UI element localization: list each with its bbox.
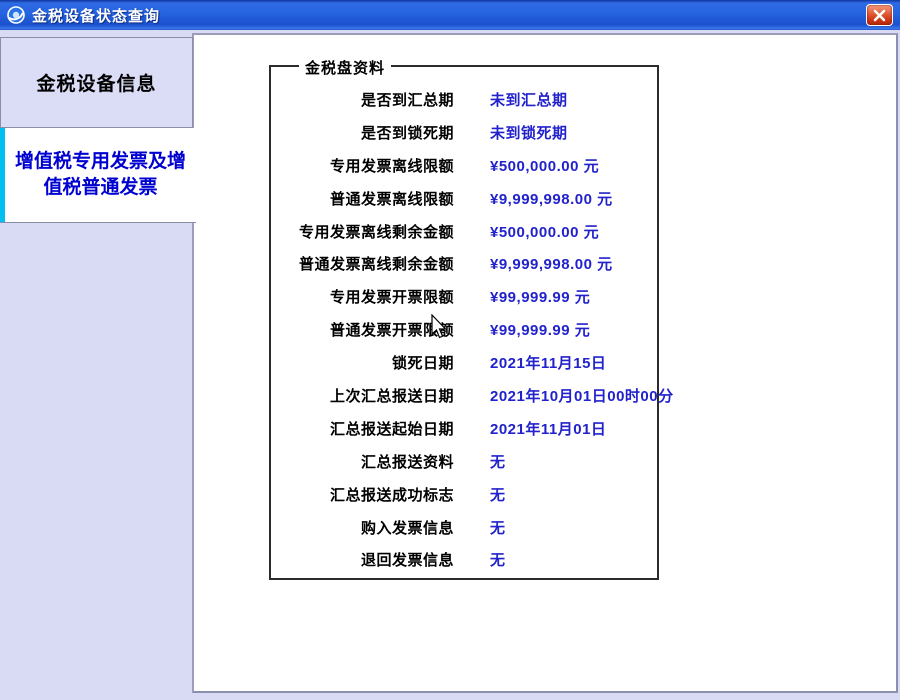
field-row: 汇总报送资料 无 bbox=[271, 445, 657, 478]
window-title: 金税设备状态查询 bbox=[32, 5, 160, 26]
content-panel: 金税盘资料 是否到汇总期 未到汇总期是否到锁死期 未到锁死期专用发票离线限额 ¥500… bbox=[192, 33, 898, 693]
active-tab-stripe bbox=[0, 128, 5, 222]
field-value: 无 bbox=[490, 549, 506, 570]
tab-device-info-label: 金税设备信息 bbox=[36, 69, 156, 96]
field-label: 普通发票离线限额 bbox=[271, 188, 454, 209]
field-rows: 是否到汇总期 未到汇总期是否到锁死期 未到锁死期专用发票离线限额 ¥500,000.0… bbox=[271, 83, 657, 576]
field-label: 专用发票开票限额 bbox=[271, 286, 454, 307]
field-label: 是否到汇总期 bbox=[271, 89, 454, 110]
field-value: 未到汇总期 bbox=[490, 89, 568, 110]
field-value: ¥9,999,998.00 元 bbox=[490, 253, 613, 274]
field-row: 是否到汇总期 未到汇总期 bbox=[271, 83, 657, 116]
field-row: 汇总报送成功标志 无 bbox=[271, 478, 657, 511]
field-label: 上次汇总报送日期 bbox=[271, 385, 454, 406]
field-value: ¥500,000.00 元 bbox=[490, 155, 599, 176]
field-row: 普通发票开票限额 ¥99,999.99 元 bbox=[271, 313, 657, 346]
taxdisk-info-groupbox: 金税盘资料 是否到汇总期未到汇总期是否到锁死期未到锁死期专用发票离线限额¥500… bbox=[269, 65, 659, 580]
field-label: 购入发票信息 bbox=[271, 517, 454, 538]
field-row: 普通发票离线限额 ¥9,999,998.00 元 bbox=[271, 182, 657, 215]
field-value: ¥9,999,998.00 元 bbox=[490, 188, 613, 209]
close-button[interactable] bbox=[866, 4, 893, 26]
field-value: 2021年11月01日 bbox=[490, 418, 606, 439]
field-row: 是否到锁死期 未到锁死期 bbox=[271, 116, 657, 149]
field-value: 2021年10月01日00时00分 bbox=[490, 385, 674, 406]
field-row: 退回发票信息 无 bbox=[271, 543, 657, 576]
field-label: 专用发票离线剩余金额 bbox=[271, 221, 454, 242]
tab-vat-invoices-label: 增值税专用发票及增值税普通发票 bbox=[7, 149, 194, 201]
field-label: 退回发票信息 bbox=[271, 549, 454, 570]
field-label: 汇总报送资料 bbox=[271, 451, 454, 472]
field-row: 专用发票离线限额 ¥500,000.00 元 bbox=[271, 149, 657, 182]
tab-vat-invoices[interactable]: 增值税专用发票及增值税普通发票 bbox=[0, 128, 196, 223]
field-row: 上次汇总报送日期2021年10月01日00时00分 bbox=[271, 379, 657, 412]
field-label: 普通发票开票限额 bbox=[271, 319, 454, 340]
tab-device-info[interactable]: 金税设备信息 bbox=[0, 37, 193, 128]
field-label: 专用发票离线限额 bbox=[271, 155, 454, 176]
field-label: 汇总报送成功标志 bbox=[271, 484, 454, 505]
field-row: 购入发票信息 无 bbox=[271, 511, 657, 544]
app-logo-swirl-icon bbox=[6, 5, 26, 25]
field-label: 普通发票离线剩余金额 bbox=[271, 253, 454, 274]
field-value: 无 bbox=[490, 484, 506, 505]
field-label: 锁死日期 bbox=[271, 352, 454, 373]
titlebar: 金税设备状态查询 bbox=[0, 0, 900, 30]
field-value: ¥99,999.99 元 bbox=[490, 319, 590, 340]
field-value: 无 bbox=[490, 451, 506, 472]
field-label: 汇总报送起始日期 bbox=[271, 418, 454, 439]
field-label: 是否到锁死期 bbox=[271, 122, 454, 143]
field-value: ¥99,999.99 元 bbox=[490, 286, 590, 307]
field-row: 专用发票离线剩余金额 ¥500,000.00 元 bbox=[271, 215, 657, 248]
field-row: 普通发票离线剩余金额 ¥9,999,998.00 元 bbox=[271, 247, 657, 280]
field-value: 未到锁死期 bbox=[490, 122, 568, 143]
field-value: 2021年11月15日 bbox=[490, 352, 606, 373]
field-value: ¥500,000.00 元 bbox=[490, 221, 599, 242]
groupbox-legend: 金税盘资料 bbox=[299, 57, 391, 78]
field-row: 锁死日期 2021年11月15日 bbox=[271, 346, 657, 379]
field-row: 专用发票开票限额 ¥99,999.99 元 bbox=[271, 280, 657, 313]
field-value: 无 bbox=[490, 517, 506, 538]
field-row: 汇总报送起始日期 2021年11月01日 bbox=[271, 412, 657, 445]
close-x-icon bbox=[873, 9, 886, 22]
